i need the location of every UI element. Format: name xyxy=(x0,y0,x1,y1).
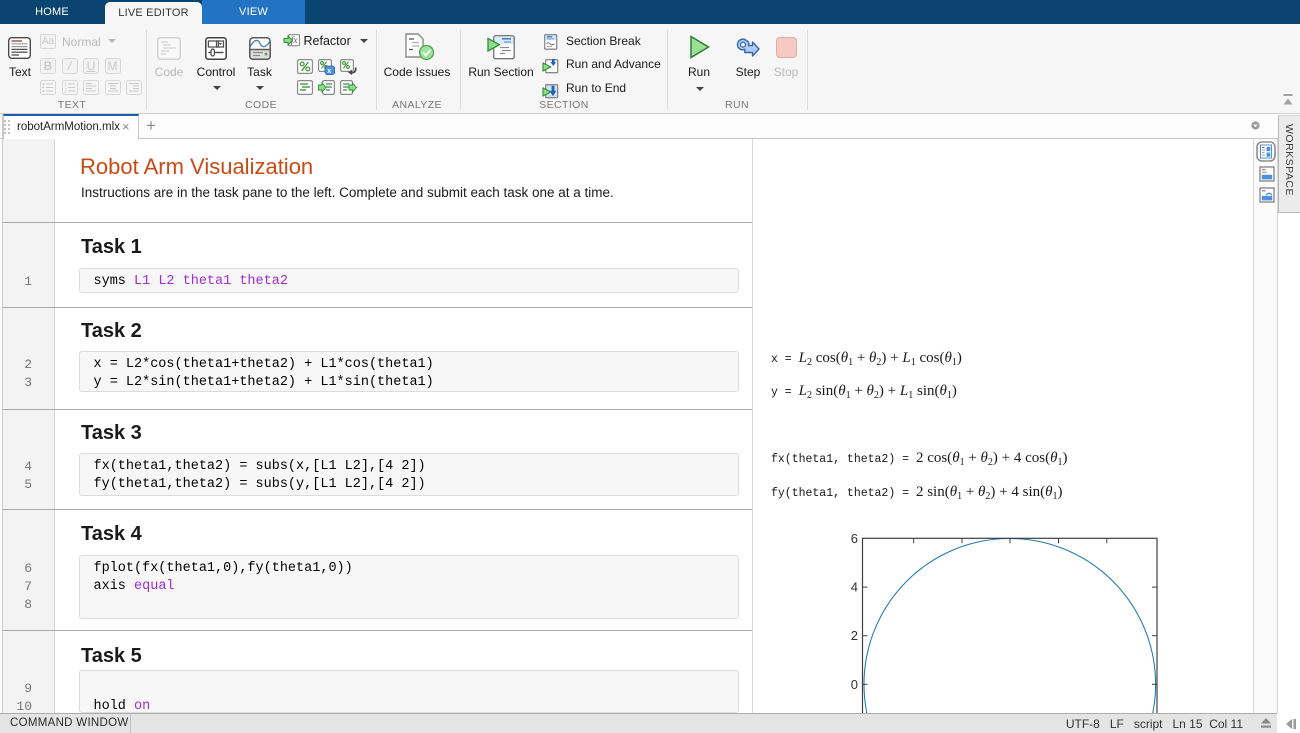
svg-text:2: 2 xyxy=(851,628,858,643)
svg-text:0: 0 xyxy=(851,677,858,692)
svg-text:x: x xyxy=(327,68,331,75)
svg-text:2: 2 xyxy=(64,88,67,94)
svg-text:6: 6 xyxy=(851,531,858,546)
svg-text:1: 1 xyxy=(64,82,67,88)
svg-text:4: 4 xyxy=(851,580,858,595)
